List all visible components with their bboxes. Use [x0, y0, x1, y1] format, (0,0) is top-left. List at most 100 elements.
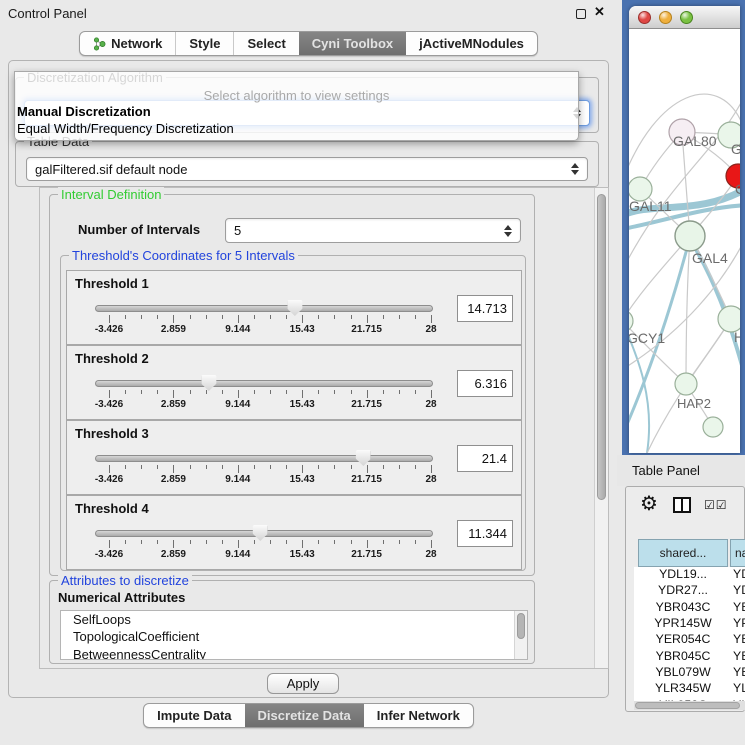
threshold-value-field[interactable] — [457, 520, 513, 547]
thresholds-group: Threshold's Coordinates for 5 Intervals … — [60, 255, 526, 571]
scrollbar-thumb[interactable] — [517, 613, 525, 639]
slider-track[interactable] — [95, 455, 433, 462]
table-row[interactable]: YBR043CYBR0 — [634, 600, 745, 616]
table-row[interactable]: YDL19...YDL1 — [634, 567, 745, 583]
scrollbar-thumb[interactable] — [597, 194, 606, 500]
gear-icon[interactable]: ⚙ — [640, 491, 658, 516]
node-label: GCY1 — [629, 330, 665, 346]
slider-ticks: -3.4262.8599.14415.4321.71528 — [109, 540, 431, 549]
network-window-titlebar[interactable] — [629, 6, 740, 29]
cyni-toolbox-pane: Discretization Algorithm Select algorith… — [8, 60, 609, 698]
number-of-intervals-combobox[interactable]: 5 — [225, 218, 521, 243]
apply-button[interactable]: Apply — [267, 673, 339, 694]
threshold-3-panel: Threshold 3 -3.4262.8599.14415.4321.7152… — [66, 420, 522, 495]
table-row[interactable]: YPR145WYPR1 — [634, 616, 745, 632]
slider-handle[interactable] — [201, 375, 216, 391]
horizontal-scrollbar[interactable] — [634, 701, 745, 710]
table-row[interactable]: YDR27...YDR2 — [634, 583, 745, 599]
numerical-attributes-label: Numerical Attributes — [58, 590, 185, 605]
threshold-label: Threshold 4 — [75, 501, 149, 516]
attributes-group: Attributes to discretize Numerical Attri… — [49, 580, 535, 664]
network-icon — [93, 37, 106, 51]
network-canvas[interactable]: GAL80 GA C GAL11 GAL4 GCY1 H HAP2 — [629, 29, 740, 453]
threshold-4-panel: Threshold 4 -3.4262.8599.14415.4321.7152… — [66, 495, 522, 570]
table-panel-header: Table Panel — [617, 455, 745, 486]
threshold-label: Threshold 1 — [75, 276, 149, 291]
settings-scroll-pane: Interval Definition Number of Intervals … — [39, 187, 609, 669]
tab-discretize-data[interactable]: Discretize Data — [245, 704, 364, 727]
group-label: Attributes to discretize — [58, 573, 192, 588]
node-label: GAL80 — [673, 133, 717, 149]
node-label: C — [735, 181, 740, 197]
close-icon[interactable]: ✕ — [594, 4, 605, 20]
dropdown-option-equal-width[interactable]: Equal Width/Frequency Discretization — [17, 121, 234, 136]
mac-close-button[interactable] — [638, 11, 651, 24]
tab-infer-network[interactable]: Infer Network — [364, 704, 473, 727]
list-vertical-scrollbar[interactable] — [514, 611, 527, 659]
table-data-combobox[interactable]: galFiltered.sif default node — [26, 157, 588, 181]
table-body: YDL19...YDL1 YDR27...YDR2 YBR043CYBR0 YP… — [634, 567, 745, 701]
mac-minimize-button[interactable] — [659, 11, 672, 24]
node-label: H — [734, 329, 740, 345]
table-panel: ⚙ ☑☑ shared... name YDL19...YDL1 YDR27..… — [625, 486, 745, 712]
vertical-scrollbar[interactable] — [594, 188, 608, 668]
slider-track[interactable] — [95, 380, 433, 387]
node-gcy1[interactable] — [629, 310, 633, 332]
algorithm-dropdown-popup: Select algorithm to view settings Manual… — [14, 71, 579, 141]
group-label: Threshold's Coordinates for 5 Intervals — [69, 248, 298, 263]
table-panel-title: Table Panel — [632, 463, 700, 478]
split-table-icon[interactable] — [673, 497, 691, 513]
table-data-group: Table Data galFiltered.sif default node — [15, 141, 599, 187]
threshold-value-field[interactable] — [457, 370, 513, 397]
stepper-icon — [571, 163, 579, 175]
slider-handle[interactable] — [356, 450, 371, 466]
node-hap2[interactable] — [675, 373, 697, 395]
threshold-label: Threshold 3 — [75, 426, 149, 441]
threshold-value-field[interactable] — [457, 445, 513, 472]
checkbox-icons[interactable]: ☑☑ — [704, 498, 728, 512]
number-of-intervals-label: Number of Intervals — [78, 222, 200, 237]
tab-cyni-toolbox[interactable]: Cyni Toolbox — [299, 32, 406, 55]
node-bottom[interactable] — [703, 417, 723, 437]
tab-jactivemnodules[interactable]: jActiveMNodules — [406, 32, 537, 55]
slider-handle[interactable] — [287, 300, 302, 316]
interval-definition-group: Interval Definition Number of Intervals … — [49, 194, 535, 576]
list-item[interactable]: BetweennessCentrality — [61, 646, 527, 660]
threshold-1-panel: Threshold 1 -3.4262.8599.14415.4321.7152… — [66, 270, 522, 345]
tab-select[interactable]: Select — [233, 32, 298, 55]
threshold-value-field[interactable] — [457, 295, 513, 322]
table-row[interactable]: YBR045CYBR0 — [634, 649, 745, 665]
table-row[interactable]: YER054CYER0 — [634, 632, 745, 648]
mac-zoom-button[interactable] — [680, 11, 693, 24]
bottom-tab-bar: Impute Data Discretize Data Infer Networ… — [0, 703, 617, 728]
combobox-value: galFiltered.sif default node — [35, 162, 187, 177]
stepper-icon — [504, 225, 512, 237]
scrollbar-thumb[interactable] — [635, 702, 740, 709]
table-row[interactable]: YBL079WYBL0 — [634, 665, 745, 681]
node-label: GA — [731, 141, 740, 157]
dropdown-hint: Select algorithm to view settings — [15, 88, 578, 103]
table-row[interactable]: YLR345WYLR3 — [634, 681, 745, 697]
list-item[interactable]: SelfLoops — [61, 611, 527, 628]
panel-title: Control Panel — [8, 6, 87, 21]
combobox-value: 5 — [234, 223, 241, 238]
slider-ticks: -3.4262.8599.14415.4321.71528 — [109, 465, 431, 474]
slider-ticks: -3.4262.8599.14415.4321.71528 — [109, 315, 431, 324]
dropdown-option-manual-discretization[interactable]: Manual Discretization — [17, 104, 151, 119]
node-label: GAL4 — [692, 250, 728, 266]
threshold-2-panel: Threshold 2 -3.4262.8599.14415.4321.7152… — [66, 345, 522, 420]
tab-impute-data[interactable]: Impute Data — [144, 704, 244, 727]
column-header-shared[interactable]: shared... — [638, 539, 728, 567]
tab-network[interactable]: Network — [80, 32, 175, 55]
top-tab-bar: Network Style Select Cyni Toolbox jActiv… — [0, 31, 617, 56]
node-gal4[interactable] — [675, 221, 705, 251]
slider-handle[interactable] — [253, 525, 268, 541]
float-window-icon[interactable] — [576, 9, 586, 19]
group-label: Interval Definition — [58, 187, 164, 202]
network-view-window: GAL80 GA C GAL11 GAL4 GCY1 H HAP2 — [629, 6, 740, 453]
slider-ticks: -3.4262.8599.14415.4321.71528 — [109, 390, 431, 399]
tab-style[interactable]: Style — [175, 32, 233, 55]
slider-track[interactable] — [95, 305, 433, 312]
column-header-name[interactable]: name — [730, 539, 745, 567]
list-item[interactable]: TopologicalCoefficient — [61, 628, 527, 645]
